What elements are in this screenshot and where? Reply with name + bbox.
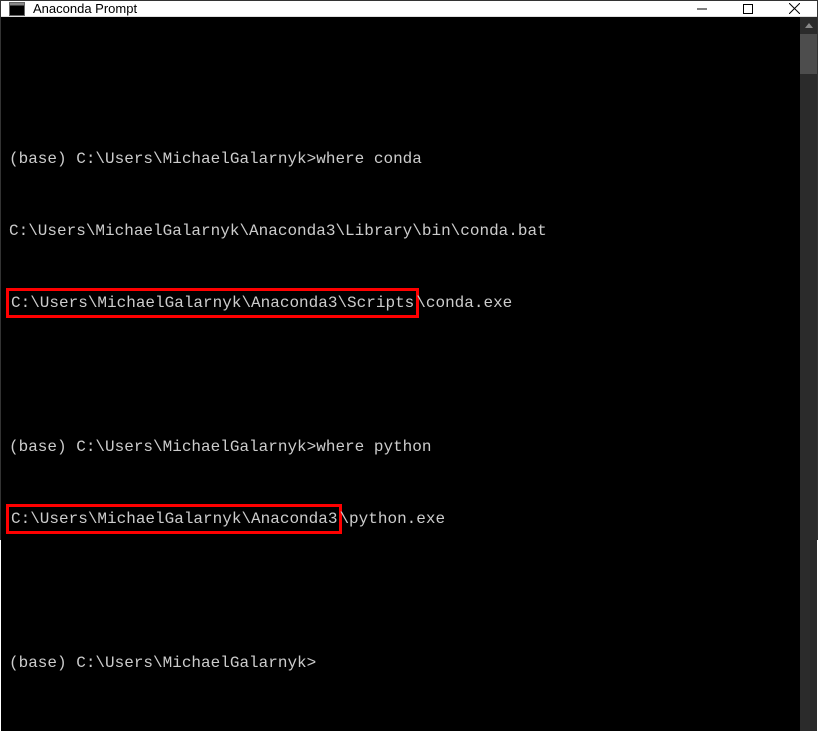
output-line: (base) C:\Users\MichaelGalarnyk> (9, 651, 792, 675)
prompt-text: (base) C:\Users\MichaelGalarnyk> (9, 150, 316, 168)
window-controls (679, 1, 817, 16)
highlighted-path: C:\Users\MichaelGalarnyk\Anaconda3 (9, 507, 339, 531)
path-remainder: \conda.exe (416, 294, 512, 312)
minimize-icon (697, 4, 707, 14)
scrollbar-thumb[interactable] (800, 34, 817, 74)
blank-line (9, 75, 792, 99)
output-line: C:\Users\MichaelGalarnyk\Anaconda3\Scrip… (9, 291, 792, 315)
minimize-button[interactable] (679, 1, 725, 16)
maximize-button[interactable] (725, 1, 771, 16)
command-text: where python (316, 438, 431, 456)
prompt-text: (base) C:\Users\MichaelGalarnyk> (9, 438, 316, 456)
output-line: (base) C:\Users\MichaelGalarnyk>where py… (9, 435, 792, 459)
output-line: C:\Users\MichaelGalarnyk\Anaconda3\Libra… (9, 219, 792, 243)
terminal-output[interactable]: (base) C:\Users\MichaelGalarnyk>where co… (1, 17, 800, 731)
window-title: Anaconda Prompt (33, 1, 679, 16)
close-icon (789, 3, 800, 14)
blank-line (9, 363, 792, 387)
scrollbar[interactable] (800, 17, 817, 731)
output-line: C:\Users\MichaelGalarnyk\Anaconda3\pytho… (9, 507, 792, 531)
scrollbar-up-button[interactable] (800, 17, 817, 34)
command-text: where conda (316, 150, 422, 168)
maximize-icon (743, 4, 753, 14)
blank-line (9, 579, 792, 603)
highlighted-path: C:\Users\MichaelGalarnyk\Anaconda3\Scrip… (9, 291, 416, 315)
path-remainder: \python.exe (339, 510, 445, 528)
terminal-container: (base) C:\Users\MichaelGalarnyk>where co… (1, 17, 817, 731)
prompt-icon (9, 2, 25, 16)
prompt-text: (base) C:\Users\MichaelGalarnyk> (9, 654, 316, 672)
close-button[interactable] (771, 1, 817, 16)
window-frame: Anaconda Prompt (base) C:\Users\MichaelG… (0, 0, 818, 540)
titlebar[interactable]: Anaconda Prompt (1, 1, 817, 17)
output-line: (base) C:\Users\MichaelGalarnyk>where co… (9, 147, 792, 171)
